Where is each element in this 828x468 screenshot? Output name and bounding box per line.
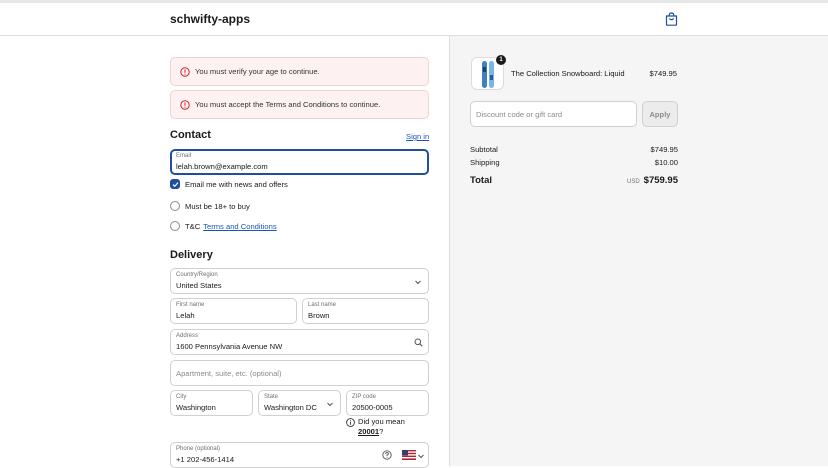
zip-label: ZIP code bbox=[352, 394, 376, 400]
subtotal-label: Subtotal bbox=[470, 145, 498, 154]
apartment-placeholder: Apartment, suite, etc. (optional) bbox=[176, 369, 282, 378]
apply-discount-button[interactable]: Apply bbox=[642, 101, 678, 127]
apartment-field[interactable]: Apartment, suite, etc. (optional) bbox=[170, 360, 429, 386]
terms-error-banner: You must accept the Terms and Conditions… bbox=[170, 90, 429, 119]
chevron-down-icon bbox=[417, 452, 425, 460]
address-field[interactable]: Address 1600 Pennsylvania Avenue NW bbox=[170, 329, 429, 355]
email-value: lelah.brown@example.com bbox=[176, 162, 268, 171]
country-select[interactable]: Country/Region United States bbox=[170, 268, 429, 294]
checkmark-icon bbox=[172, 181, 178, 187]
last-name-value: Brown bbox=[308, 311, 330, 320]
terms-prefix: T&C bbox=[185, 221, 201, 231]
phone-label: Phone (optional) bbox=[176, 446, 221, 452]
city-field[interactable]: City Washington bbox=[170, 390, 253, 416]
news-checkbox[interactable] bbox=[170, 179, 180, 189]
news-label: Email me with news and offers bbox=[185, 179, 288, 189]
city-value: Washington bbox=[176, 403, 216, 412]
first-name-field[interactable]: First name Lelah bbox=[170, 298, 297, 324]
checkout-header: schwifty-apps bbox=[0, 3, 828, 36]
subtotal-value: $749.95 bbox=[650, 145, 678, 154]
terms-checkbox[interactable] bbox=[170, 221, 180, 231]
shipping-row: Shipping $10.00 bbox=[470, 158, 678, 167]
total-amount: $759.95 bbox=[643, 175, 678, 186]
terms-option[interactable]: T&C Terms and Conditions bbox=[170, 221, 277, 231]
shipping-value: $10.00 bbox=[654, 158, 678, 167]
terms-link[interactable]: Terms and Conditions bbox=[203, 222, 276, 231]
address-value: 1600 Pennsylvania Avenue NW bbox=[176, 342, 283, 351]
phone-field[interactable]: Phone (optional) +1 202-456-1414 bbox=[170, 442, 429, 468]
last-name-label: Last name bbox=[308, 302, 337, 308]
contact-heading: Contact bbox=[170, 129, 211, 141]
phone-value: +1 202-456-1414 bbox=[176, 455, 235, 464]
delivery-heading: Delivery bbox=[170, 249, 213, 261]
first-name-label: First name bbox=[176, 302, 205, 308]
shopping-bag-icon[interactable] bbox=[665, 12, 678, 26]
subtotal-row: Subtotal $749.95 bbox=[470, 145, 678, 154]
sign-in-link[interactable]: Sign in bbox=[406, 132, 429, 141]
country-label: Country/Region bbox=[176, 272, 218, 278]
suggestion-suffix: ? bbox=[379, 427, 384, 436]
error-text: You must verify your age to continue. bbox=[195, 67, 320, 76]
zip-suggestion: Did you mean 20001? bbox=[346, 417, 405, 437]
currency-code: USD bbox=[626, 179, 640, 185]
news-offers-option[interactable]: Email me with news and offers bbox=[170, 179, 288, 189]
quantity-badge: 1 bbox=[496, 55, 506, 65]
age-label: Must be 18+ to buy bbox=[185, 201, 250, 211]
first-name-value: Lelah bbox=[176, 311, 195, 320]
age-verification-error-banner: You must verify your age to continue. bbox=[170, 57, 429, 86]
suggestion-text: Did you mean bbox=[358, 417, 405, 426]
state-select[interactable]: State Washington DC bbox=[258, 390, 341, 416]
us-flag-icon[interactable] bbox=[402, 450, 416, 460]
chevron-down-icon bbox=[326, 400, 334, 408]
age-option[interactable]: Must be 18+ to buy bbox=[170, 201, 250, 211]
help-icon[interactable] bbox=[382, 450, 392, 460]
last-name-field[interactable]: Last name Brown bbox=[302, 298, 429, 324]
chevron-down-icon bbox=[414, 278, 422, 286]
error-text: You must accept the Terms and Conditions… bbox=[195, 100, 381, 109]
shop-name[interactable]: schwifty-apps bbox=[170, 12, 250, 26]
shipping-label: Shipping bbox=[470, 158, 500, 167]
email-field[interactable]: Email lelah.brown@example.com bbox=[170, 149, 429, 175]
suggested-zip-link[interactable]: 20001 bbox=[358, 427, 379, 436]
total-label: Total bbox=[470, 175, 492, 186]
product-name: The Collection Snowboard: Liquid bbox=[511, 69, 625, 78]
discount-code-input[interactable]: Discount code or gift card bbox=[470, 101, 637, 127]
product-price: $749.95 bbox=[649, 69, 677, 78]
email-label: Email bbox=[176, 153, 192, 159]
city-label: City bbox=[176, 394, 187, 400]
total-row: Total USD $759.95 bbox=[470, 175, 678, 186]
state-value: Washington DC bbox=[264, 403, 317, 412]
info-icon bbox=[346, 418, 355, 427]
alert-circle-icon bbox=[180, 99, 190, 110]
search-icon[interactable] bbox=[414, 338, 423, 347]
address-label: Address bbox=[176, 333, 199, 339]
zip-value: 20500-0005 bbox=[352, 403, 393, 412]
zip-code-field[interactable]: ZIP code 20500-0005 bbox=[346, 390, 429, 416]
state-label: State bbox=[264, 394, 279, 400]
discount-placeholder: Discount code or gift card bbox=[476, 110, 563, 119]
alert-circle-icon bbox=[180, 66, 190, 77]
country-value: United States bbox=[176, 281, 222, 290]
age-checkbox[interactable] bbox=[170, 201, 180, 211]
